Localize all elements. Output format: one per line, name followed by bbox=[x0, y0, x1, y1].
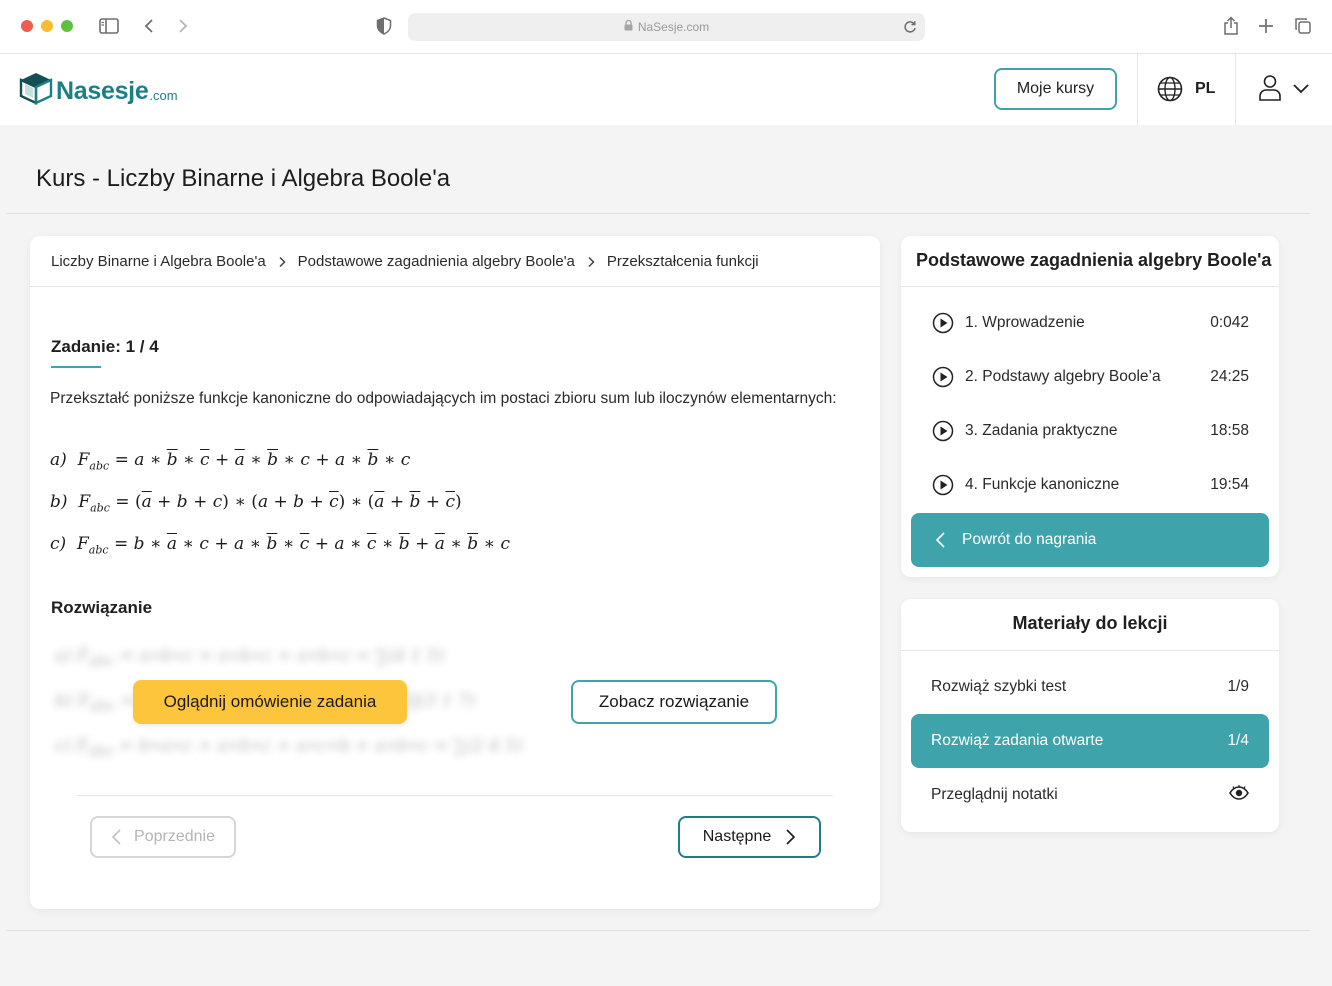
chevron-right-icon bbox=[587, 256, 595, 268]
footer-divider bbox=[6, 930, 1310, 931]
chevron-down-icon bbox=[1293, 84, 1309, 94]
forward-arrow-icon[interactable] bbox=[172, 15, 194, 37]
lessons-title: Podstawowe zagadnienia algebry Boole'a bbox=[916, 250, 1272, 270]
chevron-left-icon bbox=[935, 531, 946, 549]
material-quick-test[interactable]: Rozwiąż szybki test 1/9 bbox=[911, 660, 1269, 714]
blurred-solution-line: c) Fabc = b∗a∗c + a∗b∗c + a∗c∗b + a∗b∗c … bbox=[55, 736, 523, 760]
see-solution-button[interactable]: Zobacz rozwiązanie bbox=[571, 680, 777, 724]
material-count: 1/9 bbox=[1227, 678, 1249, 695]
play-icon bbox=[932, 420, 954, 442]
cube-logo-icon bbox=[19, 73, 53, 105]
back-arrow-icon[interactable] bbox=[138, 15, 160, 37]
header-divider bbox=[1137, 54, 1138, 125]
reload-icon[interactable] bbox=[901, 18, 919, 36]
language-label: PL bbox=[1195, 80, 1216, 97]
header-divider bbox=[1235, 54, 1236, 125]
chevron-left-icon bbox=[111, 828, 122, 846]
previous-label: Poprzednie bbox=[134, 828, 215, 845]
window-minimize-button[interactable] bbox=[41, 20, 53, 32]
chevron-right-icon bbox=[278, 256, 286, 268]
formula-c: c) Fabc = b ∗ a ∗ c + a ∗ b ∗ c + a ∗ c … bbox=[50, 534, 511, 557]
materials-card: Materiały do lekcji Rozwiąż szybki test … bbox=[901, 599, 1279, 832]
task-title: Zadanie: 1 / 4 bbox=[51, 337, 159, 356]
material-label: Rozwiąż szybki test bbox=[931, 678, 1067, 695]
back-to-recording-label: Powrót do nagrania bbox=[962, 531, 1097, 548]
lesson-duration: 18:58 bbox=[1210, 422, 1249, 439]
material-open-tasks[interactable]: Rozwiąż zadania otwarte 1/4 bbox=[911, 714, 1269, 768]
tab-overview-icon[interactable] bbox=[1292, 15, 1314, 37]
shield-icon[interactable] bbox=[373, 15, 395, 37]
lesson-label: 3. Zadania praktyczne bbox=[965, 422, 1118, 439]
task-title-underline bbox=[51, 366, 101, 368]
lock-icon bbox=[624, 19, 633, 34]
material-count: 1/4 bbox=[1227, 732, 1249, 749]
lesson-duration: 24:25 bbox=[1210, 368, 1249, 385]
logo-suffix: .com bbox=[149, 88, 178, 103]
next-button[interactable]: Następne bbox=[678, 816, 821, 858]
lesson-item[interactable]: 2. Podstawy algebry Boole’a 24:25 bbox=[932, 365, 1249, 389]
lesson-item[interactable]: 3. Zadania praktyczne 18:58 bbox=[932, 419, 1249, 443]
url-text: NaSesje.com bbox=[637, 20, 710, 34]
next-label: Następne bbox=[702, 828, 772, 845]
lesson-label: 2. Podstawy algebry Boole’a bbox=[965, 368, 1161, 385]
card-divider bbox=[30, 286, 880, 287]
play-icon bbox=[932, 474, 954, 496]
lesson-item[interactable]: 1. Wprowadzenie 0:042 bbox=[932, 311, 1249, 335]
lesson-item[interactable]: 4. Funkcje kanoniczne 19:54 bbox=[932, 473, 1249, 497]
watch-explanation-button[interactable]: Oglądnij omówienie zadania bbox=[133, 680, 407, 724]
solution-title: Rozwiązanie bbox=[51, 598, 153, 617]
page-title: Kurs - Liczby Binarne i Algebra Boole'a bbox=[36, 165, 451, 192]
globe-icon bbox=[1157, 76, 1183, 102]
logo-text: Nasesje bbox=[56, 77, 149, 105]
share-icon[interactable] bbox=[1220, 15, 1242, 37]
breadcrumb-item[interactable]: Liczby Binarne i Algebra Boole'a bbox=[51, 253, 266, 270]
language-selector[interactable]: PL bbox=[1157, 76, 1215, 102]
window-zoom-button[interactable] bbox=[61, 20, 73, 32]
lesson-label: 1. Wprowadzenie bbox=[965, 314, 1085, 331]
sidebar-toggle-icon[interactable] bbox=[98, 15, 120, 37]
formula-label: a) bbox=[50, 450, 67, 470]
formula-label: b) bbox=[50, 492, 68, 512]
material-label: Rozwiąż zadania otwarte bbox=[931, 732, 1104, 749]
material-notes[interactable]: Przeglądnij notatki bbox=[911, 768, 1269, 822]
breadcrumb-item-current: Przekształcenia funkcji bbox=[606, 253, 759, 270]
my-courses-button[interactable]: Moje kursy bbox=[994, 68, 1117, 110]
new-tab-icon[interactable] bbox=[1255, 15, 1277, 37]
formula-b: b) Fabc = (a + b + c) ∗ (a + b + c) ∗ (a… bbox=[50, 492, 462, 515]
address-bar[interactable]: NaSesje.com bbox=[408, 13, 925, 41]
task-description: Przekształć poniższe funkcje kanoniczne … bbox=[50, 390, 837, 407]
task-card: Liczby Binarne i Algebra Boole'a Podstaw… bbox=[30, 236, 880, 909]
card-divider bbox=[901, 650, 1279, 651]
user-menu[interactable] bbox=[1258, 74, 1310, 102]
previous-button[interactable]: Poprzednie bbox=[90, 816, 236, 858]
materials-title: Materiały do lekcji bbox=[1012, 613, 1168, 633]
user-icon bbox=[1259, 75, 1281, 101]
play-icon bbox=[932, 366, 954, 388]
blurred-solution-line: a) Fabc = a∗b∗c + a∗b∗c + a∗b∗c = ∑(4 1 … bbox=[55, 646, 445, 670]
lesson-duration: 0:042 bbox=[1210, 314, 1249, 331]
breadcrumb: Liczby Binarne i Algebra Boole'a Podstaw… bbox=[51, 253, 759, 270]
back-to-recording-button[interactable]: Powrót do nagrania bbox=[911, 513, 1269, 567]
breadcrumb-item[interactable]: Podstawowe zagadnienia algebry Boole'a bbox=[298, 253, 575, 270]
chevron-right-icon bbox=[785, 828, 796, 846]
site-logo[interactable]: Nasesje .com bbox=[18, 70, 178, 106]
lesson-label: 4. Funkcje kanoniczne bbox=[965, 476, 1120, 493]
eye-icon bbox=[1229, 784, 1249, 806]
lesson-duration: 19:54 bbox=[1210, 476, 1249, 493]
navigation-divider bbox=[77, 795, 833, 796]
window-close-button[interactable] bbox=[21, 20, 33, 32]
play-icon bbox=[932, 312, 954, 334]
browser-toolbar: NaSesje.com bbox=[0, 0, 1332, 54]
lessons-card: Podstawowe zagadnienia algebry Boole'a 1… bbox=[901, 236, 1279, 577]
formula-a: a) Fabc = a ∗ b ∗ c + a ∗ b ∗ c + a ∗ b … bbox=[50, 450, 411, 473]
formula-label: c) bbox=[50, 534, 67, 554]
title-divider bbox=[6, 213, 1310, 214]
material-label: Przeglądnij notatki bbox=[931, 786, 1058, 803]
card-divider bbox=[901, 286, 1279, 287]
site-header: Nasesje .com Moje kursy PL bbox=[0, 54, 1332, 125]
